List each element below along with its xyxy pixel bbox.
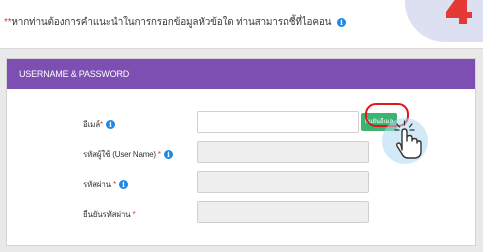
username-label: รหัสผู้ใช้ (User Name) * i [83, 148, 173, 161]
instruction-message: หากท่านต้องการคำแนะนำในการกรอกข้อมูลหัวข… [11, 17, 332, 28]
confirm-password-row: ยืนยันรหัสผ่าน * [7, 201, 475, 225]
pointer-hand-icon [394, 120, 422, 159]
instruction-text: **หากท่านต้องการคำแนะนำในการกรอกข้อมูลหั… [4, 15, 346, 30]
password-row: รหัสผ่าน * i [7, 171, 475, 195]
step-number-four-icon [446, 0, 472, 24]
email-label: อีเมล์* i [83, 118, 115, 131]
email-field[interactable] [197, 111, 359, 133]
info-icon[interactable]: i [163, 150, 173, 160]
confirm-password-field[interactable] [197, 201, 369, 223]
password-field[interactable] [197, 171, 369, 193]
info-icon[interactable]: i [336, 17, 346, 27]
info-icon[interactable]: i [118, 180, 128, 190]
username-field[interactable] [197, 141, 369, 163]
password-label: รหัสผ่าน * i [83, 178, 128, 191]
confirm-password-label: ยืนยันรหัสผ่าน * [83, 210, 136, 219]
info-icon[interactable]: i [105, 120, 115, 130]
panel-title: USERNAME & PASSWORD [7, 59, 475, 89]
